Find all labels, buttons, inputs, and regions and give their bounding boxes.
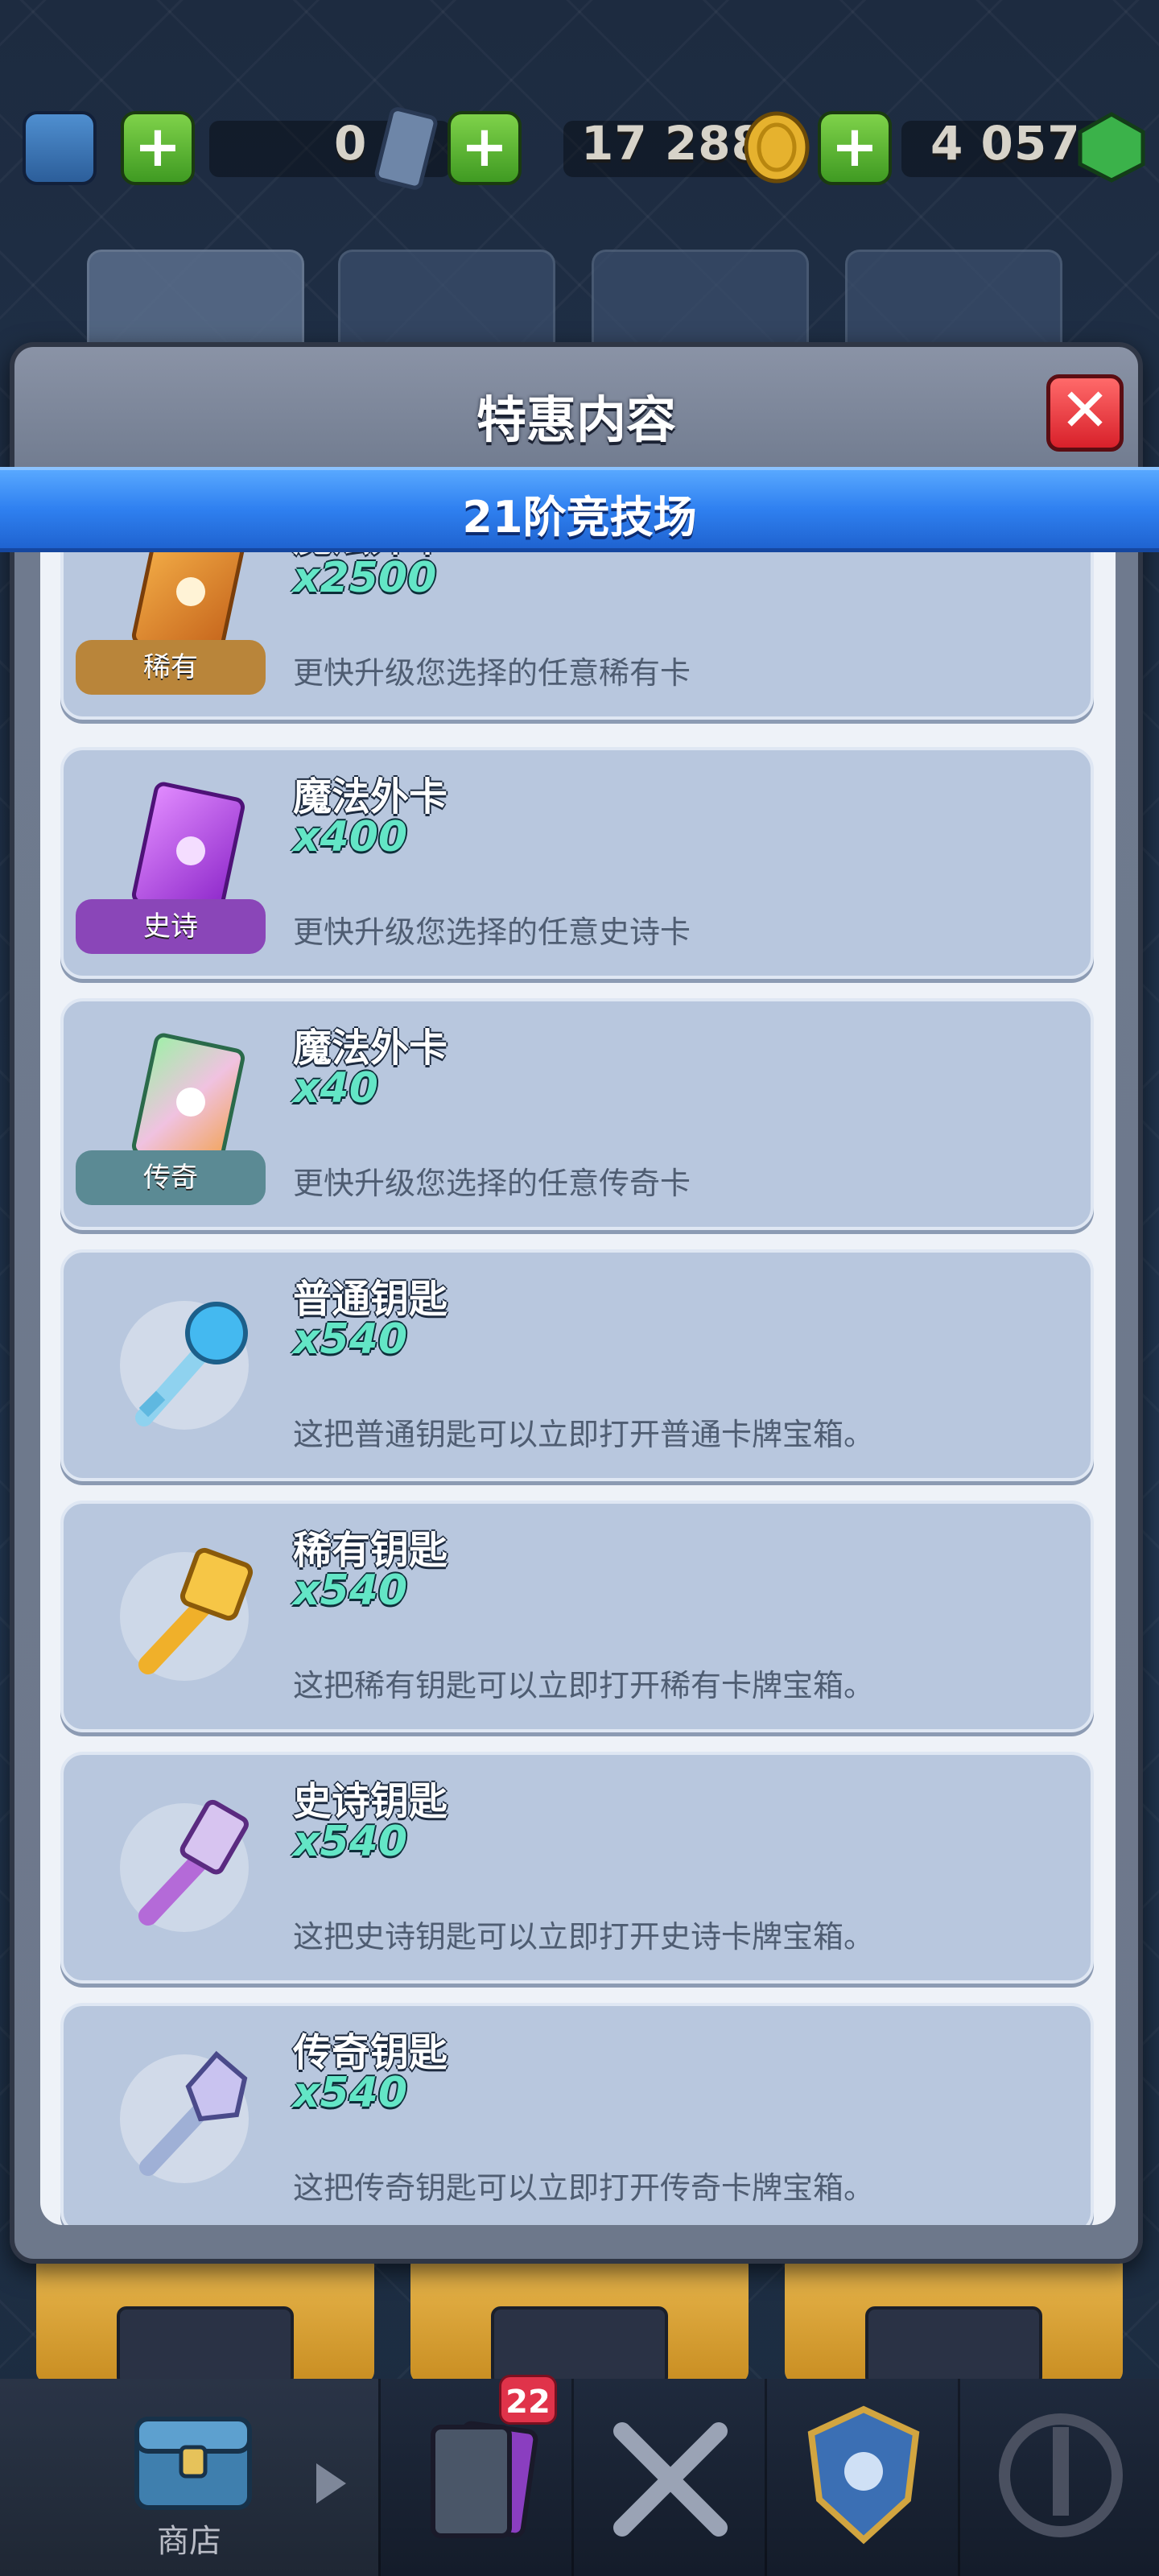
item-description: 更快升级您选择的任意史诗卡: [293, 914, 691, 950]
cards-notification-badge: 22: [499, 2375, 557, 2425]
add-ticket-button[interactable]: +: [448, 111, 522, 185]
item-description: 这把史诗钥匙可以立即打开史诗卡牌宝箱。: [293, 1919, 875, 1955]
shop-offer-row: [0, 2254, 1159, 2387]
crossed-swords-icon: [613, 2422, 728, 2537]
close-button[interactable]: ✕: [1046, 374, 1124, 452]
common-key-icon: [120, 1301, 249, 1430]
nav-shop[interactable]: 商店: [0, 2379, 378, 2576]
list-item: 稀有 魔法外卡 x2500 更快升级您选择的任意稀有卡: [60, 552, 1094, 720]
item-quantity: x540: [293, 1567, 408, 1615]
list-item: 普通钥匙 x540 这把普通钥匙可以立即打开普通卡牌宝箱。: [60, 1249, 1094, 1481]
item-description: 这把稀有钥匙可以立即打开稀有卡牌宝箱。: [293, 1668, 875, 1703]
chevron-right-icon: [316, 2463, 346, 2504]
shop-offer-card[interactable]: [36, 2254, 374, 2387]
add-pass-button[interactable]: +: [121, 111, 195, 185]
item-quantity: x540: [293, 1315, 408, 1364]
shop-offer-card[interactable]: [410, 2254, 749, 2387]
modal-title: 特惠内容: [476, 390, 676, 449]
item-quantity: x2500: [293, 554, 437, 602]
list-item: 史诗钥匙 x540 这把史诗钥匙可以立即打开史诗卡牌宝箱。: [60, 1752, 1094, 1984]
list-item: 传奇 魔法外卡 x40 更快升级您选择的任意传奇卡: [60, 998, 1094, 1230]
ticket-icon: [374, 107, 438, 190]
clan-shield-icon: [807, 2405, 920, 2545]
bottom-navigation: 商店: [0, 2379, 1159, 2576]
nav-battle[interactable]: [571, 2379, 765, 2576]
item-description: 这把传奇钥匙可以立即打开传奇卡牌宝箱。: [293, 2170, 875, 2206]
cards-deck-icon: [431, 2421, 538, 2538]
list-item: 传奇钥匙 x540 这把传奇钥匙可以立即打开传奇卡牌宝箱。: [60, 2003, 1094, 2225]
rarity-tag: 传奇: [76, 1150, 266, 1205]
gold-count: 17 288: [581, 116, 765, 171]
item-description: 这把普通钥匙可以立即打开普通卡牌宝箱。: [293, 1417, 875, 1452]
resource-bar: + 0 + 17 288 + 4 057: [0, 97, 1159, 193]
epic-key-icon: [120, 1799, 249, 1932]
reward-list[interactable]: 稀有 魔法外卡 x2500 更快升级您选择的任意稀有卡 史诗 魔法外卡 x400…: [40, 552, 1116, 2225]
ticket-count: 0: [334, 116, 368, 171]
gold-coin-icon: [744, 111, 810, 184]
nav-events[interactable]: [958, 2379, 1159, 2576]
list-item: 史诗 魔法外卡 x400 更快升级您选择的任意史诗卡: [60, 747, 1094, 979]
close-icon: ✕: [1059, 376, 1110, 445]
shop-offer-card[interactable]: [785, 2254, 1123, 2387]
item-description: 更快升级您选择的任意稀有卡: [293, 655, 691, 691]
legendary-key-icon: [120, 2050, 249, 2183]
nav-shop-label: 商店: [157, 2523, 221, 2560]
item-quantity: x40: [293, 1064, 378, 1113]
nav-clan[interactable]: [765, 2379, 958, 2576]
arena-label: 21阶竞技场: [462, 492, 697, 543]
item-quantity: x400: [293, 813, 408, 861]
add-gold-button[interactable]: +: [818, 111, 892, 185]
rarity-tag: 史诗: [76, 899, 266, 954]
list-item: 稀有钥匙 x540 这把稀有钥匙可以立即打开稀有卡牌宝箱。: [60, 1501, 1094, 1732]
arena-banner: 21阶竞技场: [0, 467, 1159, 552]
profile-chest-icon[interactable]: [23, 111, 97, 185]
events-laurel-icon: [999, 2413, 1123, 2537]
gem-count: 4 057: [930, 116, 1081, 171]
item-quantity: x540: [293, 2069, 408, 2117]
item-description: 更快升级您选择的任意传奇卡: [293, 1166, 691, 1201]
rarity-tag: 稀有: [76, 640, 266, 695]
rare-key-icon: [120, 1547, 254, 1681]
gem-icon: [1078, 112, 1145, 183]
shop-chest-icon: [134, 2417, 252, 2510]
item-quantity: x540: [293, 1818, 408, 1866]
